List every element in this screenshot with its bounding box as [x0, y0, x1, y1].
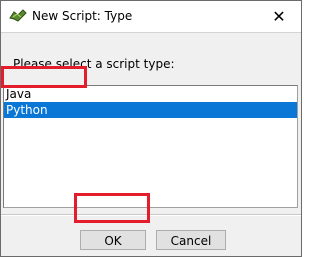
- close-icon: ✕: [272, 6, 286, 26]
- cancel-button[interactable]: Cancel: [156, 230, 226, 250]
- window-title: New Script: Type: [32, 9, 133, 23]
- list-item-python[interactable]: Python: [4, 102, 297, 118]
- divider: [1, 32, 301, 33]
- divider: [1, 215, 301, 216]
- title-bar: New Script: Type ✕: [1, 1, 301, 32]
- script-type-list[interactable]: Java Python: [3, 85, 298, 208]
- new-script-type-dialog: New Script: Type ✕ Please select a scrip…: [0, 0, 302, 257]
- dialog-content: Please select a script type: Java Python…: [1, 32, 301, 256]
- script-icon: [9, 9, 27, 23]
- ok-button[interactable]: OK: [80, 230, 146, 250]
- prompt-label: Please select a script type:: [13, 57, 175, 71]
- list-item-java[interactable]: Java: [4, 86, 297, 102]
- close-button[interactable]: ✕: [257, 1, 301, 31]
